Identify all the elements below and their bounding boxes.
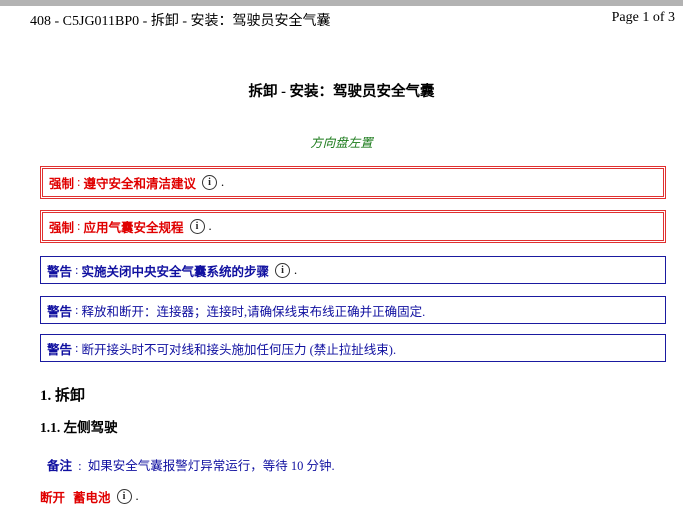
notice-separator: : — [77, 219, 81, 233]
notice-keyword: 警告 — [47, 264, 73, 279]
section-heading: 1. 拆卸 — [40, 388, 86, 404]
warning-notice-no-pulling: 警告 : 断开接头时不可对线和接头施加任何压力 (禁止拉扯线束). — [40, 334, 666, 362]
action-tail: . — [135, 489, 139, 503]
notice-tail: . — [294, 262, 298, 277]
notice-separator: : — [75, 340, 79, 355]
notice-link[interactable]: 遵守安全和清洁建议 — [84, 173, 197, 192]
action-step: 断开 蓄电池 i . — [40, 487, 139, 506]
top-bar — [0, 0, 683, 6]
notice-keyword: 强制 — [49, 177, 75, 191]
notice-text: 释放和断开：连接器；连接时,请确保线束布线正确并正确固定. — [81, 304, 426, 319]
note-line: 备注 : 如果安全气囊报警灯异常运行，等待 10 分钟. — [47, 455, 335, 474]
note-separator: : — [78, 459, 82, 473]
mandatory-notice-airbag: 强制 : 应用气囊安全规程 i . — [40, 210, 666, 243]
note-keyword: 备注 — [47, 459, 73, 473]
page-subtitle: 方向盘左置 — [310, 136, 373, 150]
notice-separator: : — [77, 175, 81, 189]
page-title: 拆卸 - 安装：驾驶员安全气囊 — [248, 84, 435, 100]
notice-tail: . — [208, 219, 212, 233]
notice-link[interactable]: 应用气囊安全规程 — [84, 217, 184, 236]
warning-notice-connectors: 警告 : 释放和断开：连接器；连接时,请确保线束布线正确并正确固定. — [40, 296, 666, 324]
notice-text: 断开接头时不可对线和接头施加任何压力 (禁止拉扯线束). — [81, 342, 397, 357]
notice-link[interactable]: 实施关闭中央安全气囊系统的步骤 — [82, 261, 270, 280]
notice-keyword: 警告 — [47, 342, 73, 357]
page-number: Page 1 of 3 — [611, 10, 675, 25]
document-reference: 408 - C5JG011BP0 - 拆卸 - 安装：驾驶员安全气囊 — [30, 14, 331, 29]
mandatory-notice-safety: 强制 : 遵守安全和清洁建议 i . — [40, 166, 666, 199]
info-icon[interactable]: i — [189, 219, 205, 234]
notice-separator: : — [75, 302, 79, 317]
notice-keyword: 警告 — [47, 304, 73, 319]
notice-tail: . — [221, 175, 225, 189]
warning-notice-disable-airbag: 警告 : 实施关闭中央安全气囊系统的步骤 i . — [40, 256, 666, 284]
action-verb: 断开 — [40, 491, 66, 505]
notice-separator: : — [75, 262, 79, 277]
action-object-link[interactable]: 蓄电池 — [73, 487, 111, 506]
notice-keyword: 强制 — [49, 221, 75, 235]
info-icon[interactable]: i — [202, 175, 218, 190]
info-icon[interactable]: i — [275, 262, 291, 278]
subsection-heading: 1.1. 左侧驾驶 — [40, 420, 118, 435]
note-text: 如果安全气囊报警灯异常运行，等待 10 分钟. — [87, 459, 335, 473]
info-icon[interactable]: i — [116, 489, 132, 504]
